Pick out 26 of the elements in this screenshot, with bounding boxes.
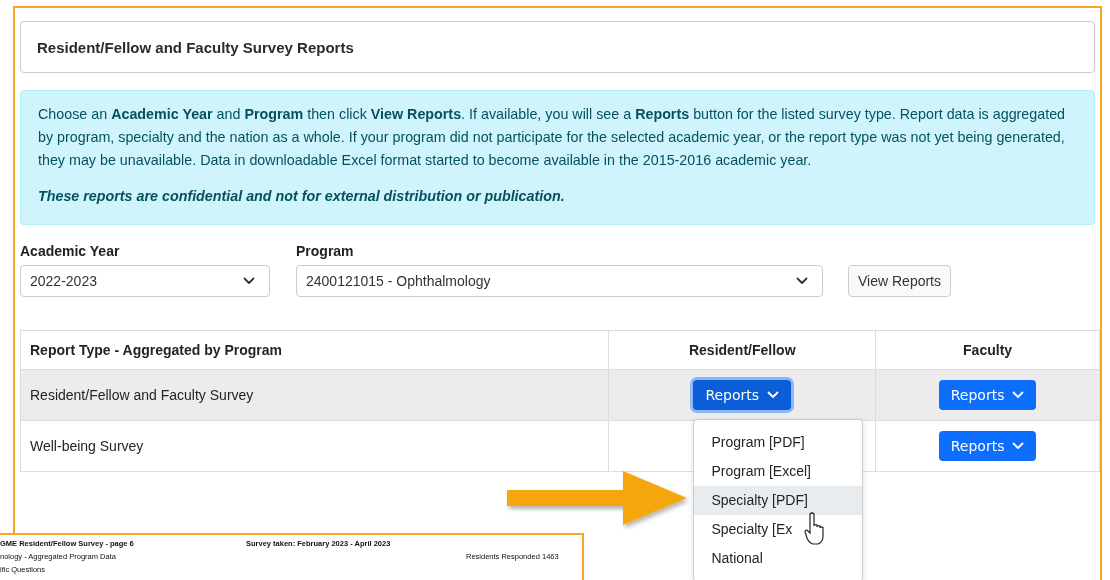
menu-item[interactable]: Specialty [PDF] bbox=[694, 486, 863, 515]
confidential-note: These reports are confidential and not for external distribution or publication. bbox=[38, 187, 566, 206]
menu-item[interactable]: Specialty [Ex bbox=[694, 515, 863, 544]
reports-button[interactable]: Reports bbox=[938, 380, 1037, 410]
field-label: Program bbox=[296, 243, 355, 259]
chevron-down-icon bbox=[1012, 442, 1025, 450]
field-label: Academic Year bbox=[20, 243, 121, 259]
hand-cursor-icon bbox=[804, 512, 827, 546]
report-type-text: Well-being Survey bbox=[30, 438, 144, 454]
column-header: Faculty bbox=[963, 342, 1013, 358]
report-type-text: Resident/Fellow and Faculty Survey bbox=[30, 387, 254, 403]
menu-item[interactable]: Program [Excel] bbox=[694, 457, 863, 486]
select-field[interactable]: 2400121015 - Ophthalmology bbox=[296, 265, 823, 297]
menu-item[interactable]: National bbox=[694, 544, 863, 573]
page-title: Resident/Fellow and Faculty Survey Reports bbox=[20, 21, 1095, 73]
instructions-text: Choose an Academic Year and Program then click View Reports. If available, you will see a Reports button for the listed survey type. Report data is aggregated by program, specialty and the nation as a whole. If your program did not participate for the selected academic year, or the report type was not yet being generated, they may be unavailable. Data in downloadable Excel format started to become available in the 2015-2016 academic year. bbox=[38, 105, 1067, 170]
chevron-down-icon bbox=[243, 277, 255, 285]
chevron-down-icon bbox=[767, 391, 780, 399]
column-header: Report Type - Aggregated by Program bbox=[30, 342, 283, 358]
chevron-down-icon bbox=[1012, 391, 1025, 399]
reports-button[interactable]: Reports bbox=[693, 380, 792, 410]
reports-button[interactable]: Reports bbox=[938, 431, 1037, 461]
view-reports-button[interactable]: View Reports bbox=[848, 265, 951, 297]
select-field[interactable]: 2022-2023 bbox=[20, 265, 270, 297]
column-header: Resident/Fellow bbox=[688, 342, 796, 358]
chevron-down-icon bbox=[796, 277, 808, 285]
